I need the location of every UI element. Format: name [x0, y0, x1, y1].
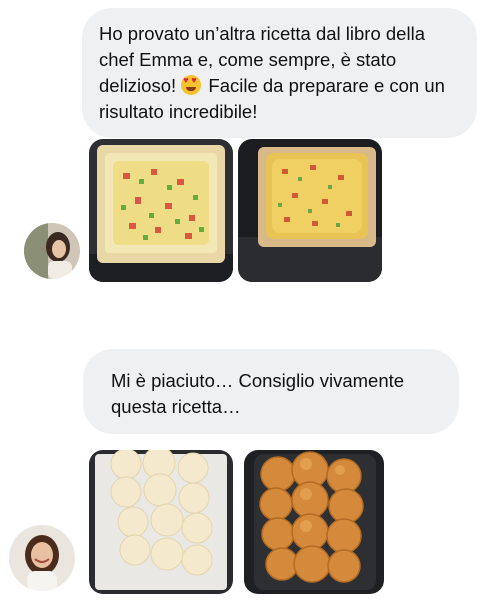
- photo-bread-rolls[interactable]: [244, 450, 384, 594]
- photo-frittata-raw[interactable]: [89, 139, 233, 282]
- message-text: Mi è piaciuto… Consiglio vivamente quest…: [111, 370, 405, 417]
- message-bubble-2[interactable]: Mi è piaciuto… Consiglio vivamente quest…: [83, 349, 459, 434]
- photo-dough-balls[interactable]: [89, 450, 233, 594]
- photo-frittata-cooked[interactable]: [238, 139, 382, 282]
- avatar-user-1[interactable]: [24, 223, 80, 279]
- message-bubble-1[interactable]: Ho provato un’altra ricetta dal libro de…: [82, 8, 477, 138]
- avatar-user-2[interactable]: [9, 525, 75, 591]
- heart-eyes-emoji-icon: [181, 75, 202, 95]
